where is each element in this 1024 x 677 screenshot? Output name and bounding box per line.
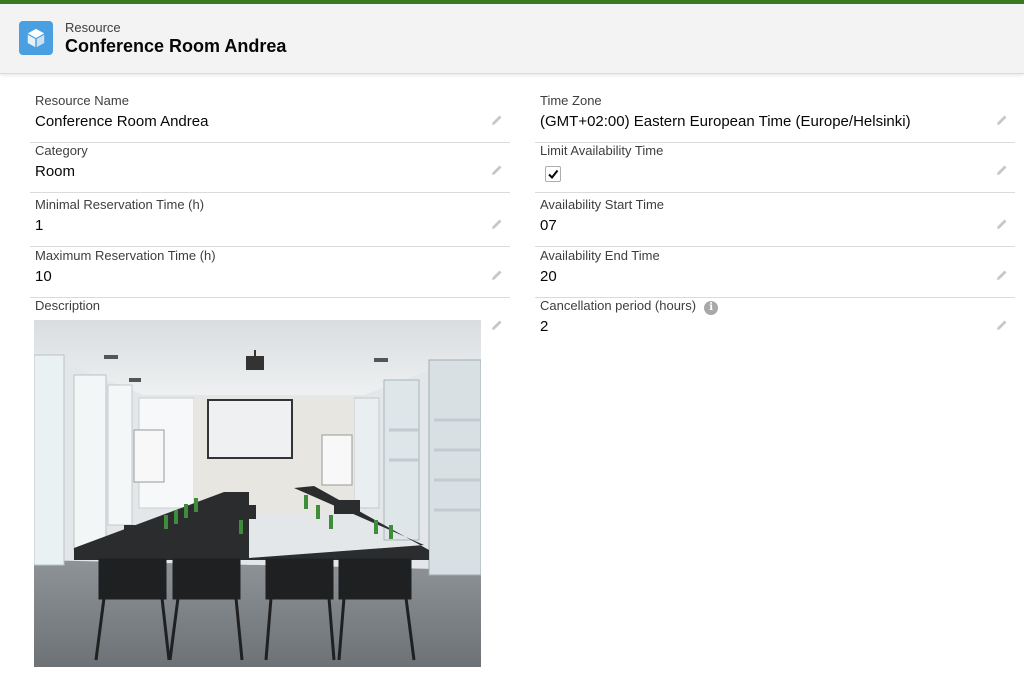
field-maximum-reservation-time: Maximum Reservation Time (h) 10	[30, 248, 510, 298]
field-value: 10	[35, 268, 52, 285]
pencil-edit-icon[interactable]	[995, 217, 1009, 231]
pencil-edit-icon[interactable]	[490, 113, 504, 127]
pencil-edit-icon[interactable]	[995, 163, 1009, 177]
field-cancellation-period: Cancellation period (hours) i 2	[535, 298, 1015, 348]
pencil-edit-icon[interactable]	[490, 318, 504, 332]
pencil-edit-icon[interactable]	[995, 268, 1009, 282]
field-label: Availability Start Time	[540, 197, 665, 212]
limit-availability-checkbox[interactable]	[545, 166, 561, 182]
field-label: Availability End Time	[540, 248, 660, 263]
field-value: 1	[35, 217, 44, 234]
field-minimal-reservation-time: Minimal Reservation Time (h) 1	[30, 197, 510, 247]
field-value: 20	[540, 268, 557, 285]
field-label: Minimal Reservation Time (h)	[35, 197, 205, 212]
field-label: Time Zone	[540, 93, 602, 108]
pencil-edit-icon[interactable]	[490, 268, 504, 282]
field-label: Maximum Reservation Time (h)	[35, 248, 216, 263]
field-value: Conference Room Andrea	[35, 113, 209, 130]
field-availability-start-time: Availability Start Time 07	[535, 197, 1015, 247]
pencil-edit-icon[interactable]	[995, 318, 1009, 332]
field-label: Limit Availability Time	[540, 143, 664, 158]
record-header: Resource Conference Room Andrea	[0, 4, 1024, 74]
conference-room-photo	[34, 320, 481, 667]
field-time-zone: Time Zone (GMT+02:00) Eastern European T…	[535, 93, 1015, 143]
field-label: Resource Name	[35, 93, 129, 108]
field-label: Cancellation period (hours)	[540, 298, 697, 313]
checkmark-icon	[548, 169, 559, 180]
field-value: 07	[540, 217, 557, 234]
field-value: Room	[35, 163, 76, 180]
info-icon[interactable]: i	[704, 301, 719, 315]
object-type-label: Resource	[65, 20, 121, 35]
field-label-row: Cancellation period (hours) i	[540, 298, 719, 315]
field-label: Description	[35, 298, 101, 313]
pencil-edit-icon[interactable]	[490, 217, 504, 231]
field-resource-name: Resource Name Conference Room Andrea	[30, 93, 510, 143]
pencil-edit-icon[interactable]	[490, 163, 504, 177]
record-title: Conference Room Andrea	[65, 36, 287, 56]
field-label: Category	[35, 143, 88, 158]
pencil-edit-icon[interactable]	[995, 113, 1009, 127]
field-category: Category Room	[30, 143, 510, 193]
field-availability-end-time: Availability End Time 20	[535, 248, 1015, 298]
cube-icon	[19, 21, 53, 55]
field-limit-availability-time: Limit Availability Time	[535, 143, 1015, 193]
field-value: 2	[540, 318, 549, 335]
field-value: (GMT+02:00) Eastern European Time (Europ…	[540, 113, 911, 130]
